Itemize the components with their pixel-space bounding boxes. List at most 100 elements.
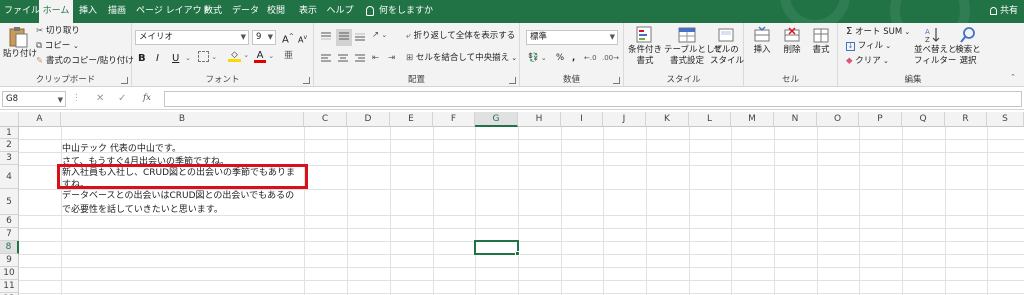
decrease-decimal-button[interactable]: .00→ — [602, 53, 619, 64]
comma-button[interactable]: , — [572, 53, 575, 64]
tab-formulas[interactable]: 数式 — [201, 0, 225, 23]
tab-review[interactable]: 校閲 — [263, 0, 289, 23]
column-header-s[interactable]: S — [987, 112, 1024, 127]
tab-data[interactable]: データ — [232, 0, 259, 23]
italic-button[interactable]: I — [156, 53, 159, 64]
tab-insert[interactable]: 挿入 — [76, 0, 100, 23]
paste-button[interactable]: 貼り付け — [3, 26, 37, 60]
column-header-n[interactable]: N — [774, 112, 817, 127]
row-header-7[interactable]: 7 — [0, 228, 19, 241]
name-box[interactable]: G8 ▼ — [2, 91, 66, 107]
tab-help[interactable]: ヘルプ — [326, 0, 354, 23]
align-center-button[interactable] — [337, 53, 349, 68]
dialog-launcher-icon[interactable] — [121, 77, 128, 84]
row-header-8[interactable]: 8 — [0, 241, 19, 254]
font-size-select[interactable]: 9 ▼ — [252, 30, 276, 45]
column-header-d[interactable]: D — [347, 112, 390, 127]
chevron-down-icon[interactable]: ⌄ — [185, 53, 191, 64]
worksheet-grid[interactable]: A B C D E F G H I J K L M N O P Q R S 1 … — [0, 112, 1024, 295]
phonetic-button[interactable]: 亜 — [284, 51, 293, 62]
borders-button[interactable]: ⌄ — [198, 51, 217, 63]
fill-handle[interactable] — [515, 251, 520, 256]
column-header-b[interactable]: B — [61, 112, 304, 127]
column-header-f[interactable]: F — [433, 112, 475, 127]
shrink-font-button[interactable]: Av — [298, 32, 307, 46]
align-right-button[interactable] — [354, 53, 366, 68]
column-header-m[interactable]: M — [731, 112, 774, 127]
column-header-l[interactable]: L — [689, 112, 731, 127]
find-select-button[interactable]: 検索と 選択 — [952, 26, 984, 67]
dialog-launcher-icon[interactable] — [509, 77, 516, 84]
column-header-p[interactable]: P — [859, 112, 902, 127]
format-painter-button[interactable]: ✎ 書式のコピー/貼り付け — [36, 56, 134, 67]
row-header-3[interactable]: 3 — [0, 152, 19, 165]
enter-icon[interactable]: ✓ — [118, 93, 126, 104]
tab-page-layout[interactable]: ページ レイアウト — [136, 0, 211, 23]
row-header-9[interactable]: 9 — [0, 254, 19, 267]
cell-b2[interactable]: 中山テック 代表の中山です。 — [62, 141, 181, 154]
column-header-a[interactable]: A — [19, 112, 61, 127]
orientation-button[interactable]: ↗ ⌄ — [372, 30, 387, 41]
column-header-r[interactable]: R — [945, 112, 987, 127]
accounting-format-button[interactable]: 💱 ⌄ — [528, 53, 547, 64]
sort-filter-button[interactable]: A Z 並べ替えと フィルター — [914, 26, 957, 67]
cell-styles-button[interactable]: セルの スタイル — [710, 26, 744, 67]
column-header-g[interactable]: G — [475, 112, 518, 127]
cell-b5-line2[interactable]: で必要性を話していきたいと思います。 — [62, 202, 223, 215]
tab-draw[interactable]: 描画 — [104, 0, 130, 23]
percent-button[interactable]: % — [556, 53, 564, 64]
number-format-select[interactable]: 標準 ▼ — [526, 30, 618, 45]
tab-file[interactable]: ファイル — [4, 0, 40, 23]
font-name-select[interactable]: メイリオ ▼ — [135, 30, 249, 45]
column-header-c[interactable]: C — [304, 112, 347, 127]
underline-button[interactable]: U — [172, 53, 179, 64]
cancel-icon[interactable]: ✕ — [96, 93, 104, 104]
share-button[interactable]: 共有 — [989, 0, 1018, 23]
column-header-o[interactable]: O — [817, 112, 859, 127]
copy-button[interactable]: ⧉ コピー ⌄ — [36, 41, 79, 52]
merge-center-button[interactable]: ⊞ セルを結合して中央揃え ⌄ — [406, 53, 517, 64]
row-header-10[interactable]: 10 — [0, 267, 19, 280]
decrease-indent-button[interactable]: ⇤ — [372, 53, 379, 64]
cell-b5-line1[interactable]: データベースとの出会いはCRUD図との出会いでもあるの — [62, 188, 294, 201]
increase-decimal-button[interactable]: ←.0 — [584, 53, 597, 64]
dialog-launcher-icon[interactable] — [613, 77, 620, 84]
row-header-5[interactable]: 5 — [0, 189, 19, 215]
conditional-formatting-button[interactable]: 条件付き 書式 — [626, 26, 664, 67]
tab-view[interactable]: 表示 — [296, 0, 320, 23]
column-header-k[interactable]: K — [646, 112, 689, 127]
column-header-h[interactable]: H — [518, 112, 561, 127]
select-all-corner[interactable] — [0, 112, 19, 127]
wrap-text-button[interactable]: ⤶ 折り返して全体を表示する — [406, 31, 515, 42]
row-header-2[interactable]: 2 — [0, 139, 19, 152]
column-header-i[interactable]: I — [561, 112, 603, 127]
tab-home[interactable]: ホーム — [39, 0, 73, 23]
formula-input[interactable] — [164, 91, 1022, 107]
column-header-q[interactable]: Q — [902, 112, 945, 127]
clear-button[interactable]: ◆ クリア ⌄ — [846, 56, 889, 67]
align-middle-button[interactable] — [336, 29, 352, 46]
font-color-button[interactable]: A ⌄ — [254, 50, 274, 63]
tell-me-search[interactable]: 何をしますか — [366, 0, 433, 23]
bold-button[interactable]: B — [138, 53, 146, 64]
align-top-button[interactable] — [320, 31, 332, 46]
autosum-button[interactable]: Σ オート SUM ⌄ — [846, 26, 910, 38]
delete-cells-button[interactable]: 削除 — [778, 26, 806, 56]
row-header-4[interactable]: 4 — [0, 165, 19, 189]
row-header-6[interactable]: 6 — [0, 215, 19, 228]
insert-cells-button[interactable]: 挿入 — [748, 26, 776, 56]
cut-button[interactable]: ✂ 切り取り — [36, 26, 80, 37]
dialog-launcher-icon[interactable] — [303, 77, 310, 84]
grow-font-button[interactable]: A^ — [282, 31, 294, 45]
align-bottom-button[interactable] — [354, 31, 366, 46]
row-header-1[interactable]: 1 — [0, 127, 19, 139]
format-cells-button[interactable]: 書式 — [808, 26, 834, 56]
row-header-11[interactable]: 11 — [0, 280, 19, 293]
selected-cell-g8[interactable] — [474, 240, 519, 255]
column-header-j[interactable]: J — [603, 112, 646, 127]
column-header-e[interactable]: E — [390, 112, 433, 127]
fill-color-button[interactable]: ◇ ⌄ — [228, 50, 249, 62]
collapse-ribbon-icon[interactable]: ⌃ — [1010, 72, 1016, 83]
insert-function-button[interactable]: fx — [143, 93, 151, 104]
fill-button[interactable]: ↓ フィル ⌄ — [846, 41, 891, 52]
